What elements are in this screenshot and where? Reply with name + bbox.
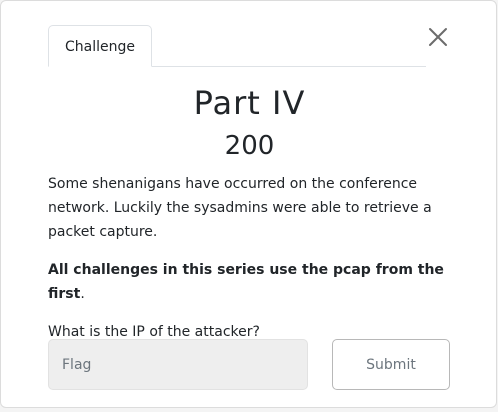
challenge-description: Some shenanigans have occurred on the co… [48, 172, 458, 358]
tab-strip: Challenge [48, 25, 426, 67]
close-button[interactable] [424, 23, 452, 51]
description-bold-text: All challenges in this series use the pc… [48, 262, 444, 302]
description-note: All challenges in this series use the pc… [48, 258, 458, 306]
challenge-points: 200 [224, 131, 275, 161]
flag-input[interactable] [48, 339, 308, 390]
tab-challenge[interactable]: Challenge [48, 25, 152, 67]
challenge-modal: Challenge Part IV 200 Some shenanigans h… [0, 0, 497, 408]
description-paragraph: Some shenanigans have occurred on the co… [48, 176, 432, 240]
description-bold-suffix: . [80, 286, 85, 302]
challenge-title: Part IV [193, 84, 306, 122]
close-icon [429, 28, 447, 46]
submit-button[interactable]: Submit [332, 339, 450, 390]
